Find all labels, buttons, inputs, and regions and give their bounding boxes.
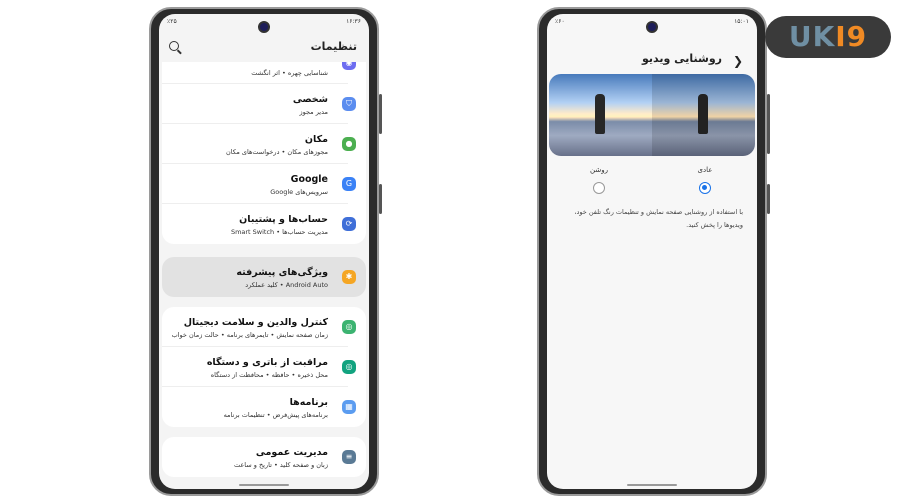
device-care-icon: ◎ <box>342 360 356 374</box>
item-subtitle: برنامه‌های پیش‌فرض • تنظیمات برنامه <box>223 411 328 419</box>
fingerprint-icon: ◉ <box>342 62 356 70</box>
shield-icon: ⛉ <box>342 97 356 111</box>
left-phone: ٪۲۵ ۱۶:۳۶ تنظیمات ◉ شناسایی چهره • اثر ا… <box>149 7 382 496</box>
item-title: حساب‌ها و پشتیبان <box>239 214 328 225</box>
radio-bright[interactable] <box>593 182 605 194</box>
option-normal-label: عادی <box>697 166 713 174</box>
settings-item[interactable]: ● مکان مجوزهای مکان • درخواست‌های مکان <box>162 124 356 164</box>
page-title: روشنایی ویدیو <box>641 52 722 65</box>
wellbeing-icon: ◎ <box>342 320 356 334</box>
clock: ۱۵:۰۱ <box>734 18 749 25</box>
video-brightness-screen: ٪۶۰ ۱۵:۰۱ ❯ روشنایی ویدیو عادی روشن با ا… <box>547 14 757 489</box>
item-title: شخصی <box>292 94 328 105</box>
sliders-icon: ≡ <box>342 450 356 464</box>
item-subtitle: مجوزهای مکان • درخواست‌های مکان <box>226 148 328 156</box>
settings-item[interactable]: ✱ ویژگی‌های پیشرفته Android Auto • کلید … <box>162 257 356 297</box>
back-chevron-icon[interactable]: ❯ <box>733 54 743 68</box>
clock: ۱۶:۳۶ <box>346 18 361 25</box>
radio-normal[interactable] <box>699 182 711 194</box>
bright-preview-image <box>549 74 652 156</box>
side-button[interactable] <box>767 184 770 214</box>
item-subtitle: مدیریت حساب‌ها • Smart Switch <box>230 228 328 236</box>
home-bar[interactable] <box>627 484 677 486</box>
item-title: مراقبت از باتری و دستگاه <box>206 357 328 368</box>
settings-item[interactable]: ◎ مراقبت از باتری و دستگاه محل ذخیره • ح… <box>162 347 356 387</box>
search-icon[interactable] <box>169 41 179 51</box>
item-subtitle: زمان صفحه نمایش • تایمرهای برنامه • حالت… <box>171 331 328 339</box>
description: با استفاده از روشنایی صفحه نمایش و تنظیم… <box>574 208 743 229</box>
settings-item[interactable]: ⟳ حساب‌ها و پشتیبان مدیریت حساب‌ها • Sma… <box>162 204 356 244</box>
location-icon: ● <box>342 137 356 151</box>
item-title: کنترل والدین و سلامت دیجیتال <box>183 317 328 328</box>
sync-icon: ⟳ <box>342 217 356 231</box>
battery-text: ٪۶۰ <box>555 18 565 25</box>
settings-item[interactable]: ⛉ شخصی مدیر مجوز <box>162 84 356 124</box>
settings-card: ◉ شناسایی چهره • اثر انگشت ⛉ شخصی مدیر مج… <box>162 62 366 244</box>
home-bar[interactable] <box>239 484 289 486</box>
apps-icon: ▦ <box>342 400 356 414</box>
settings-item[interactable]: ≡ مدیریت عمومی زبان و صفحه کلید • تاریخ … <box>162 437 356 477</box>
item-title: Google <box>290 174 328 185</box>
preview-images <box>549 74 755 156</box>
settings-screen: ٪۲۵ ۱۶:۳۶ تنظیمات ◉ شناسایی چهره • اثر ا… <box>159 14 369 489</box>
item-title: مدیریت عمومی <box>255 447 328 458</box>
side-button[interactable] <box>767 94 770 154</box>
item-subtitle: مدیر مجوز <box>299 108 328 116</box>
brand-logo: UKI9 <box>765 16 891 58</box>
settings-item[interactable]: ◉ شناسایی چهره • اثر انگشت <box>162 62 356 84</box>
item-title: ویژگی‌های پیشرفته <box>236 267 328 278</box>
settings-item[interactable]: ▦ برنامه‌ها برنامه‌های پیش‌فرض • تنظیمات… <box>162 387 356 427</box>
right-phone: ٪۶۰ ۱۵:۰۱ ❯ روشنایی ویدیو عادی روشن با ا… <box>537 7 770 496</box>
item-subtitle: محل ذخیره • حافظه • محافظت از دستگاه <box>210 371 328 379</box>
page-title: تنظیمات <box>310 40 357 53</box>
item-subtitle: Android Auto • کلید عملکرد <box>245 281 328 289</box>
item-title: مکان <box>304 134 328 145</box>
settings-card: ✱ ویژگی‌های پیشرفته Android Auto • کلید … <box>162 257 366 297</box>
item-subtitle: سرویس‌های Google <box>270 188 328 196</box>
camera-icon <box>646 21 658 33</box>
settings-item[interactable]: G Google سرویس‌های Google <box>162 164 356 204</box>
item-title: برنامه‌ها <box>289 397 328 408</box>
google-icon: G <box>342 177 356 191</box>
settings-card: ≡ مدیریت عمومی زبان و صفحه کلید • تاریخ … <box>162 437 366 477</box>
item-subtitle: شناسایی چهره • اثر انگشت <box>251 69 328 77</box>
normal-preview-image <box>652 74 755 156</box>
settings-card: ◎ کنترل والدین و سلامت دیجیتال زمان صفحه… <box>162 307 366 427</box>
item-subtitle: زبان و صفحه کلید • تاریخ و ساعت <box>233 461 328 469</box>
camera-icon <box>258 21 270 33</box>
gear-plus-icon: ✱ <box>342 270 356 284</box>
settings-item[interactable]: ◎ کنترل والدین و سلامت دیجیتال زمان صفحه… <box>162 307 356 347</box>
battery-text: ٪۲۵ <box>167 18 177 25</box>
option-bright-label: روشن <box>590 166 608 174</box>
side-button[interactable] <box>379 184 382 214</box>
side-button[interactable] <box>379 94 382 134</box>
